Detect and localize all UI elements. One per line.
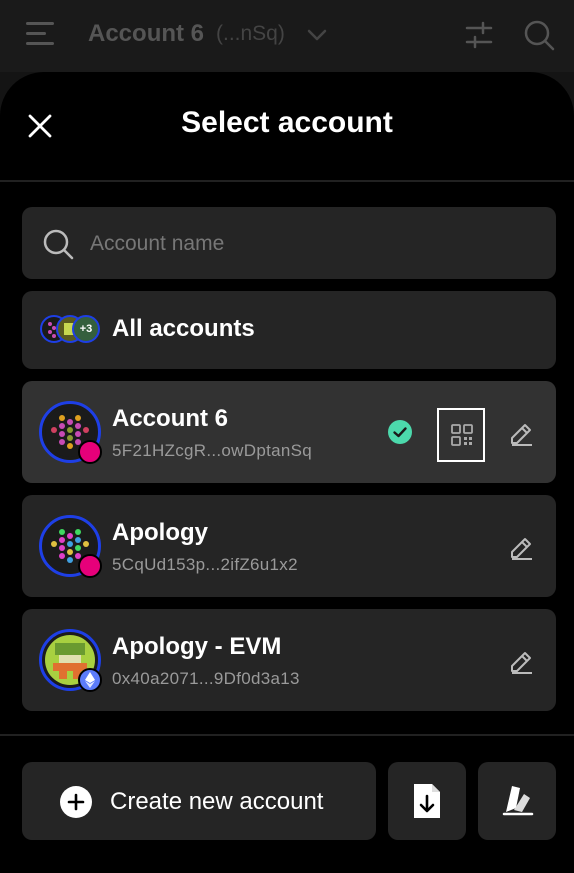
polkadot-network-icon	[78, 440, 102, 464]
app-header: Account 6 (...nSq)	[0, 0, 574, 72]
edit-icon[interactable]	[508, 421, 534, 447]
qr-code-button[interactable]	[437, 408, 485, 462]
modal-title: Select account	[181, 106, 393, 139]
search-icon[interactable]	[522, 18, 556, 52]
avatar	[39, 401, 102, 464]
select-account-modal: Select account +3 All accounts	[0, 72, 574, 873]
stacked-avatars: +3	[40, 315, 102, 345]
account-address: 5CqUd153p...2ifZ6u1x2	[112, 555, 298, 574]
color-swatch-icon	[502, 786, 534, 816]
edit-icon[interactable]	[508, 649, 534, 675]
polkadot-network-icon	[78, 554, 102, 578]
selected-check-icon	[388, 420, 412, 444]
avatar	[39, 629, 102, 692]
account-name: Apology - EVM	[112, 633, 282, 660]
attach-account-button[interactable]	[478, 762, 556, 840]
account-address: 5F21HZcgR...owDptanSq	[112, 441, 312, 460]
account-item[interactable]: Apology - EVM 0x40a2071...9Df0d3a13	[22, 609, 556, 711]
avatar	[39, 515, 102, 578]
search-icon	[43, 229, 74, 260]
account-name: Account 6	[112, 405, 229, 432]
create-account-button[interactable]: Create new account	[22, 762, 376, 840]
account-item[interactable]: Apology 5CqUd153p...2ifZ6u1x2	[22, 495, 556, 597]
all-accounts-item[interactable]: +3 All accounts	[22, 291, 556, 369]
divider	[0, 734, 574, 736]
menu-icon[interactable]	[26, 22, 54, 48]
account-search-box	[22, 207, 556, 281]
edit-icon[interactable]	[508, 535, 534, 561]
create-account-label: Create new account	[110, 788, 324, 815]
divider	[0, 180, 574, 182]
chevron-down-icon[interactable]	[306, 24, 328, 46]
header-account-address[interactable]: (...nSq)	[216, 22, 285, 46]
sliders-icon[interactable]	[464, 20, 494, 50]
plus-circle-icon	[60, 786, 92, 818]
all-accounts-label: All accounts	[112, 315, 255, 342]
import-account-button[interactable]	[388, 762, 466, 840]
header-account-title[interactable]: Account 6	[88, 20, 204, 48]
ethereum-network-icon	[78, 668, 102, 692]
file-download-icon	[414, 784, 440, 818]
account-name: Apology	[112, 519, 208, 546]
account-address: 0x40a2071...9Df0d3a13	[112, 669, 300, 688]
more-accounts-badge: +3	[72, 315, 100, 343]
account-search-input[interactable]	[88, 207, 532, 281]
qr-code-icon	[451, 424, 473, 446]
account-item[interactable]: Account 6 5F21HZcgR...owDptanSq	[22, 381, 556, 483]
